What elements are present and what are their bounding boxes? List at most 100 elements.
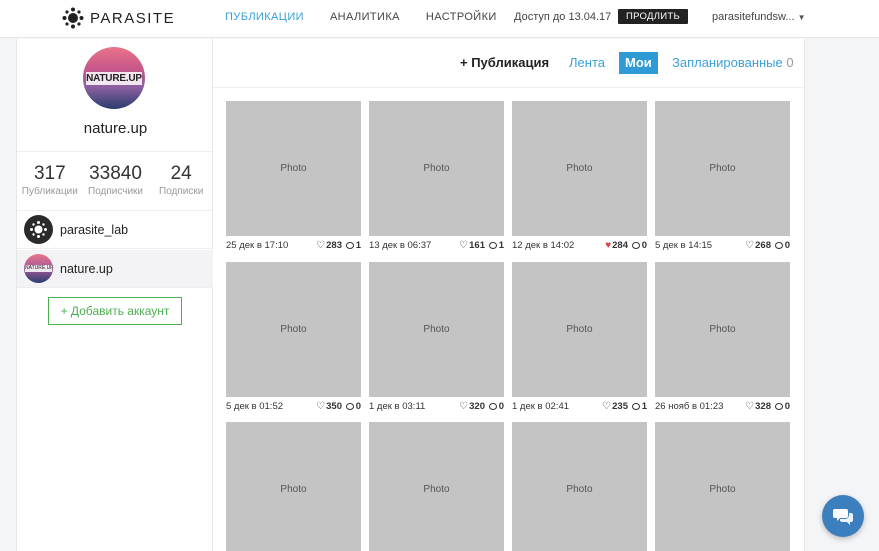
- main-nav: ПУБЛИКАЦИИ АНАЛИТИКА НАСТРОЙКИ: [225, 11, 523, 23]
- heart-icon: ♡: [316, 240, 326, 251]
- access-until-text: Доступ до 13.04.17: [514, 11, 612, 23]
- chat-bubble-icon: [833, 509, 853, 525]
- nav-item-analytics[interactable]: АНАЛИТИКА: [330, 11, 400, 23]
- add-account-button[interactable]: + Добавить аккаунт: [48, 297, 182, 325]
- post-likes[interactable]: ♥284: [605, 240, 628, 251]
- sidebar: NATURE.UP nature.up 317 Публикации 33840…: [16, 39, 214, 551]
- post-likes[interactable]: ♡268: [745, 240, 771, 251]
- post-likes-count: 283: [326, 240, 342, 251]
- post-card[interactable]: Photo 1 дек в 02:41 ♡235 1: [512, 262, 647, 412]
- post-photo[interactable]: Photo: [512, 262, 647, 397]
- post-card[interactable]: Photo: [512, 422, 647, 551]
- post-likes-count: 161: [469, 240, 485, 251]
- post-comments[interactable]: 0: [631, 240, 647, 251]
- post-meta: 5 дек в 01:52 ♡350 0: [226, 401, 361, 415]
- chat-button[interactable]: [822, 495, 864, 537]
- post-photo[interactable]: Photo: [369, 101, 504, 236]
- post-meta: 5 дек в 14:15 ♡268 0: [655, 240, 790, 254]
- tab-scheduled[interactable]: Запланированные 0: [672, 55, 794, 70]
- comment-icon: [345, 242, 354, 249]
- post-comments[interactable]: 1: [345, 240, 361, 251]
- post-comments[interactable]: 0: [774, 240, 790, 251]
- account-item-parasite-lab[interactable]: parasite_lab: [17, 211, 214, 249]
- post-date: 25 дек в 17:10: [226, 240, 289, 251]
- add-publication-button[interactable]: + Публикация: [460, 55, 549, 70]
- post-card[interactable]: Photo: [226, 422, 361, 551]
- post-likes-count: 284: [612, 240, 628, 251]
- nav-item-settings[interactable]: НАСТРОЙКИ: [426, 11, 497, 23]
- post-photo[interactable]: Photo: [655, 101, 790, 236]
- heart-icon: ♥: [605, 240, 612, 251]
- post-photo[interactable]: Photo: [512, 422, 647, 551]
- post-comments-count: 0: [784, 240, 790, 251]
- post-likes-count: 328: [755, 401, 771, 412]
- post-likes[interactable]: ♡328: [745, 401, 771, 412]
- account-name: nature.up: [60, 261, 113, 276]
- heart-icon: ♡: [459, 401, 469, 412]
- post-card[interactable]: Photo 5 дек в 14:15 ♡268 0: [655, 101, 790, 251]
- post-meta: 25 дек в 17:10 ♡283 1: [226, 240, 361, 254]
- post-meta: 13 дек в 06:37 ♡161 1: [369, 240, 504, 254]
- post-photo[interactable]: Photo: [226, 101, 361, 236]
- post-date: 12 дек в 14:02: [512, 240, 575, 251]
- heart-icon: ♡: [316, 401, 326, 412]
- post-card[interactable]: Photo 25 дек в 17:10 ♡283 1: [226, 101, 361, 251]
- extend-button[interactable]: ПРОДЛИТЬ: [618, 9, 689, 24]
- comment-icon: [488, 242, 497, 249]
- post-comments-count: 0: [498, 401, 504, 412]
- post-likes[interactable]: ♡161: [459, 240, 485, 251]
- post-likes-count: 350: [326, 401, 342, 412]
- parasite-logo-icon: [62, 7, 84, 29]
- post-comments[interactable]: 0: [774, 401, 790, 412]
- post-card[interactable]: Photo 12 дек в 14:02 ♥284 0: [512, 101, 647, 251]
- publication-tabs: + Публикация Лента Мои Запланированные 0: [213, 39, 805, 88]
- post-photo[interactable]: Photo: [655, 262, 790, 397]
- profile-stats: 317 Публикации 33840 Подписчики 24 Подпи…: [17, 151, 214, 211]
- post-card[interactable]: Photo 26 нояб в 01:23 ♡328 0: [655, 262, 790, 412]
- tab-scheduled-label: Запланированные: [672, 55, 783, 70]
- post-likes[interactable]: ♡320: [459, 401, 485, 412]
- post-photo[interactable]: Photo: [369, 422, 504, 551]
- post-photo[interactable]: Photo: [512, 101, 647, 236]
- comment-icon: [631, 403, 640, 410]
- post-comments[interactable]: 1: [631, 401, 647, 412]
- logo-text: PARASITE: [90, 9, 176, 27]
- post-date: 1 дек в 02:41: [512, 401, 570, 412]
- tab-scheduled-count: 0: [786, 55, 794, 70]
- stat-label: Подписчики: [88, 186, 144, 197]
- post-likes[interactable]: ♡350: [316, 401, 342, 412]
- post-comments[interactable]: 0: [345, 401, 361, 412]
- heart-icon: ♡: [602, 401, 612, 412]
- comment-icon: [774, 403, 783, 410]
- post-photo[interactable]: Photo: [226, 422, 361, 551]
- post-likes[interactable]: ♡235: [602, 401, 628, 412]
- profile-avatar-label: NATURE.UP: [86, 72, 142, 85]
- post-comments-count: 1: [355, 240, 361, 251]
- account-dropdown[interactable]: parasitefundsw... ▼: [712, 11, 805, 23]
- tab-feed[interactable]: Лента: [569, 55, 605, 70]
- post-card[interactable]: Photo: [369, 422, 504, 551]
- post-comments[interactable]: 0: [488, 401, 504, 412]
- post-comments-count: 1: [498, 240, 504, 251]
- stat-value: 33840: [89, 163, 142, 184]
- post-date: 26 нояб в 01:23: [655, 401, 724, 412]
- post-photo[interactable]: Photo: [369, 262, 504, 397]
- post-date: 5 дек в 01:52: [226, 401, 284, 412]
- top-bar: PARASITE ПУБЛИКАЦИИ АНАЛИТИКА НАСТРОЙКИ …: [0, 0, 879, 38]
- post-card[interactable]: Photo 13 дек в 06:37 ♡161 1: [369, 101, 504, 251]
- post-card[interactable]: Photo 1 дек в 03:11 ♡320 0: [369, 262, 504, 412]
- account-item-nature-up[interactable]: NATURE.UP nature.up: [17, 250, 214, 288]
- post-card[interactable]: Photo: [655, 422, 790, 551]
- profile-name: nature.up: [83, 120, 148, 137]
- nav-item-publications[interactable]: ПУБЛИКАЦИИ: [225, 11, 304, 23]
- post-likes[interactable]: ♡283: [316, 240, 342, 251]
- logo[interactable]: PARASITE: [62, 7, 175, 29]
- post-card[interactable]: Photo 5 дек в 01:52 ♡350 0: [226, 262, 361, 412]
- post-meta: 12 дек в 14:02 ♥284 0: [512, 240, 647, 254]
- post-date: 13 дек в 06:37: [369, 240, 432, 251]
- post-photo[interactable]: Photo: [226, 262, 361, 397]
- post-photo[interactable]: Photo: [655, 422, 790, 551]
- tab-mine[interactable]: Мои: [619, 52, 658, 74]
- stat-following: 24 Подписки: [148, 152, 214, 210]
- post-comments[interactable]: 1: [488, 240, 504, 251]
